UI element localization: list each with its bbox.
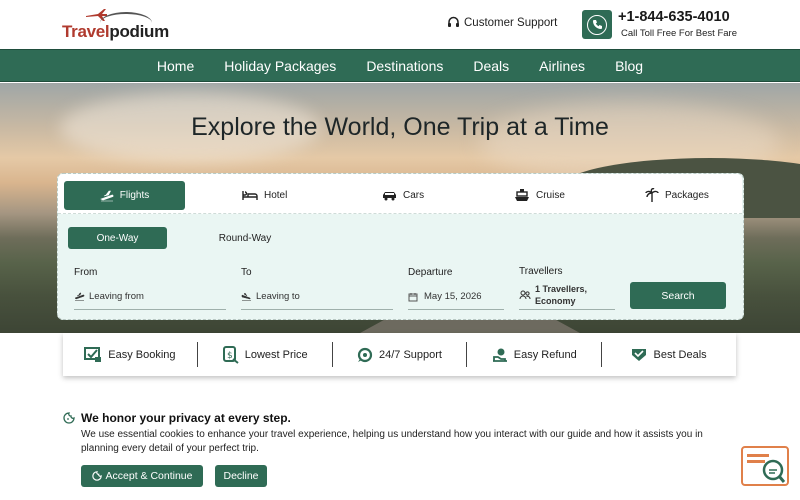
departure-value: May 15, 2026 [424,291,482,302]
phone-subtitle: Call Toll Free For Best Fare [621,28,737,39]
cookie-icon [63,412,75,424]
tab-label: Hotel [264,190,288,201]
from-value: Leaving from [89,291,144,302]
calendar-icon [408,292,418,301]
nav-airlines[interactable]: Airlines [524,58,600,74]
to-value: Leaving to [256,291,300,302]
feature-label: Easy Refund [513,348,577,361]
nav-deals[interactable]: Deals [458,58,524,74]
tab-label: Cars [403,190,425,201]
tab-hotel[interactable]: Hotel [242,181,287,210]
departure-label: Departure [408,267,453,278]
search-button[interactable]: Search [630,282,726,309]
travellers-field[interactable]: 1 Travellers, Economy [519,280,615,310]
customer-support-link[interactable]: Customer Support [447,16,557,29]
tab-cars[interactable]: Cars [382,181,424,210]
cruise-ship-icon [515,189,529,201]
plane-arrival-icon [241,292,251,301]
feature-best-deals: Best Deals [602,343,736,367]
search-panel: Flights Hotel Cars Cruise Packages One-W… [57,173,744,320]
tab-packages[interactable]: Packages [645,181,709,210]
tab-flights[interactable]: Flights [64,181,185,210]
features-bar: Easy Booking $ Lowest Price 24/7 Support… [63,333,736,376]
trip-round-way[interactable]: Round-Way [208,227,282,249]
decline-button[interactable]: Decline [215,465,267,487]
feature-easy-booking: Easy Booking [63,343,197,367]
hotel-bed-icon [242,191,258,200]
brand-name: Travelpodium [62,22,169,41]
to-field[interactable]: Leaving to [241,284,393,310]
feature-easy-refund: Easy Refund [467,343,601,367]
from-label: From [74,267,98,278]
feature-label: Lowest Price [244,348,308,361]
accept-label: Accept & Continue [105,470,193,482]
headset-icon [448,16,459,27]
plane-icon [100,190,114,201]
booking-icon [84,346,102,362]
support-icon [357,347,373,362]
feature-label: Best Deals [653,348,707,361]
phone-number[interactable]: +1-844-635-4010 [618,9,730,25]
nav-blog[interactable]: Blog [600,58,658,74]
nav-destinations[interactable]: Destinations [351,58,458,74]
cookie-icon [91,471,102,481]
feature-label: 24/7 Support [378,348,442,361]
tab-label: Cruise [536,190,565,201]
nav-holiday-packages[interactable]: Holiday Packages [209,58,351,74]
palm-tree-icon [645,188,659,202]
tab-cruise[interactable]: Cruise [514,181,565,210]
users-icon [519,290,531,299]
feature-support: 24/7 Support [333,343,467,367]
tab-label: Packages [665,190,709,201]
support-label: Customer Support [464,16,558,29]
phone-icon[interactable] [582,10,612,39]
svg-text:$: $ [227,351,233,361]
search-tabs: Flights Hotel Cars Cruise Packages [58,174,742,214]
deals-badge-icon [632,349,647,361]
price-tag-icon: $ [222,345,239,364]
main-nav: Home Holiday Packages Destinations Deals… [0,49,800,82]
feature-label: Easy Booking [108,348,176,361]
trip-one-way[interactable]: One-Way [68,227,167,249]
travellers-value: 1 Travellers, Economy [535,283,588,306]
privacy-text: We use essential cookies to enhance your… [81,429,703,454]
tab-label: Flights [119,190,150,201]
feature-lowest-price: $ Lowest Price [198,343,332,367]
to-label: To [241,267,252,278]
refund-icon [492,348,507,362]
nav-home[interactable]: Home [142,58,209,74]
chat-widget-icon[interactable] [741,446,789,486]
header: Travelpodium Customer Support +1-844-635… [0,0,800,50]
departure-field[interactable]: May 15, 2026 [408,284,504,310]
logo[interactable]: Travelpodium [62,8,169,42]
hero-title: Explore the World, One Trip at a Time [191,113,609,141]
car-icon [383,192,396,201]
travellers-label: Travellers [519,266,563,277]
plane-departure-icon [74,292,85,301]
privacy-title: We honor your privacy at every step. [81,411,291,425]
accept-continue-button[interactable]: Accept & Continue [81,465,203,487]
from-field[interactable]: Leaving from [74,284,226,310]
